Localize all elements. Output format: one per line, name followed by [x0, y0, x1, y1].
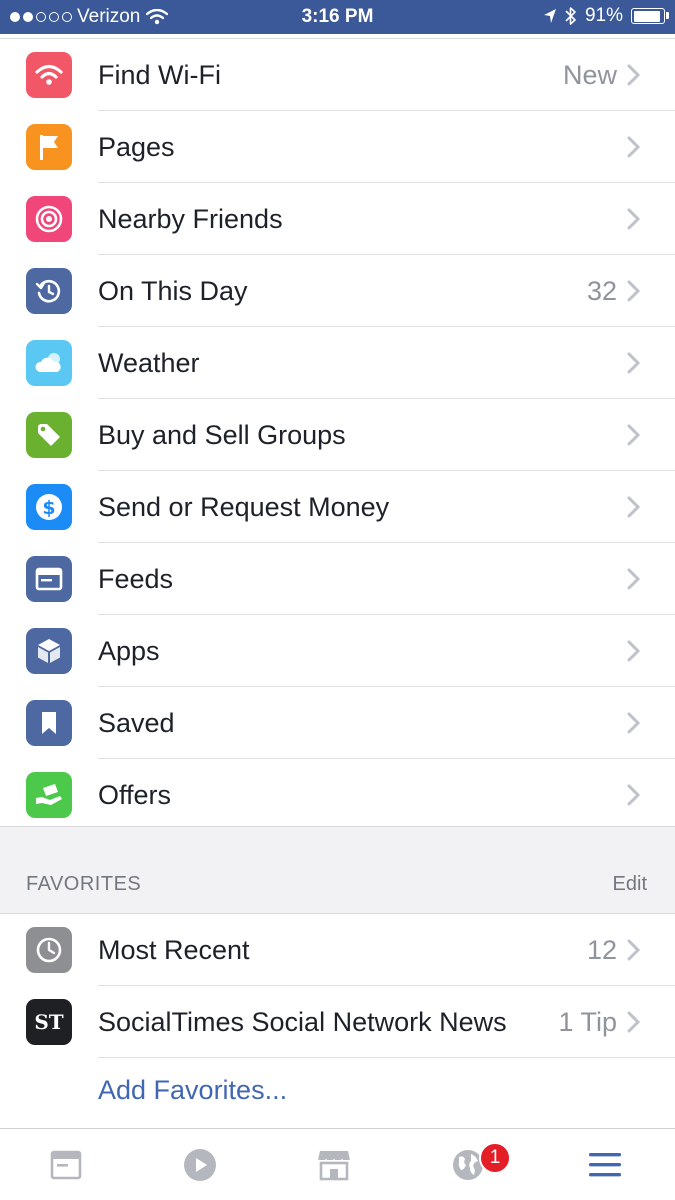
play-icon: [184, 1149, 216, 1181]
location-arrow-icon: [543, 9, 556, 23]
menu-item-send-or-request-money[interactable]: $ Send or Request Money: [0, 471, 675, 543]
svg-text:$: $: [42, 497, 55, 519]
chevron-right-icon: [627, 712, 641, 734]
menu-item-label: Apps: [98, 636, 160, 666]
dollar-icon: $: [26, 484, 72, 530]
chevron-right-icon: [627, 136, 641, 158]
menu-item-nearby-friends[interactable]: Nearby Friends: [0, 183, 675, 255]
menu-item-label: On This Day: [98, 276, 248, 306]
menu-item-label: Feeds: [98, 564, 174, 594]
status-bar: Verizon 3:16 PM 91%: [0, 0, 675, 34]
battery-percent: 91%: [584, 5, 623, 26]
menu-item-label: Buy and Sell Groups: [98, 420, 346, 450]
bookmark-icon: [26, 700, 72, 746]
socialtimes-logo: ST: [26, 999, 72, 1045]
notification-badge: 1: [479, 1142, 511, 1174]
menu-item-offers[interactable]: Offers: [0, 759, 675, 831]
menu-item-feeds[interactable]: Feeds: [0, 543, 675, 615]
price-tag-icon: [26, 412, 72, 458]
menu-item-value: New: [562, 60, 617, 90]
chevron-right-icon: [627, 640, 641, 662]
tab-bar: [0, 1128, 675, 1200]
battery-icon: [631, 8, 669, 24]
tab-news-feed[interactable]: [46, 1145, 86, 1185]
menu-item-label: Pages: [98, 132, 175, 162]
menu-item-value: 32: [586, 276, 617, 306]
chevron-right-icon: [627, 208, 641, 230]
socialtimes-logo-text: ST: [34, 1010, 63, 1034]
tab-video[interactable]: [180, 1145, 220, 1185]
bluetooth-icon: [565, 7, 576, 25]
chevron-right-icon: [627, 64, 641, 86]
chevron-right-icon: [627, 784, 641, 806]
menu-item-label: Send or Request Money: [98, 492, 390, 522]
favorites-title: FAVORITES: [26, 873, 142, 895]
menu-item-buy-and-sell-groups[interactable]: Buy and Sell Groups: [0, 399, 675, 471]
chevron-right-icon: [627, 1011, 641, 1033]
favorite-item-value: 1 Tip: [558, 1007, 617, 1037]
menu-item-on-this-day[interactable]: On This Day 32: [0, 255, 675, 327]
add-favorites-link[interactable]: Add Favorites...: [98, 1075, 287, 1106]
menu-item-saved[interactable]: Saved: [0, 687, 675, 759]
feed-icon: [26, 556, 72, 602]
favorite-item-socialtimes[interactable]: ST SocialTimes Social Network News 1 Tip: [0, 986, 675, 1058]
menu-item-label: Saved: [98, 708, 175, 738]
chevron-right-icon: [627, 280, 641, 302]
store-icon: [317, 1151, 351, 1181]
menu-item-label: Nearby Friends: [98, 204, 283, 234]
menu-item-weather[interactable]: Weather: [0, 327, 675, 399]
chevron-right-icon: [627, 352, 641, 374]
history-icon: [26, 268, 72, 314]
favorites-section-header: FAVORITES Edit: [0, 826, 675, 914]
status-right: 91%: [543, 5, 669, 27]
news-feed-icon: [50, 1150, 82, 1180]
menu-item-pages[interactable]: Pages: [0, 111, 675, 183]
tab-menu[interactable]: [585, 1145, 625, 1185]
offer-hand-icon: [26, 772, 72, 818]
wifi-icon: [26, 52, 72, 98]
clock-icon: [26, 927, 72, 973]
favorite-item-most-recent[interactable]: Most Recent 12: [0, 914, 675, 986]
cube-icon: [26, 628, 72, 674]
edit-favorites-button[interactable]: Edit: [613, 873, 647, 896]
favorite-item-value: 12: [586, 935, 617, 965]
favorites-list: Most Recent 12 ST SocialTimes Social Net…: [0, 914, 675, 1058]
chevron-right-icon: [627, 496, 641, 518]
chevron-right-icon: [627, 424, 641, 446]
menu-list: Find Wi-Fi New Pages Nearby Friends On T…: [0, 38, 675, 831]
tab-marketplace[interactable]: [314, 1145, 354, 1185]
favorite-item-label: Most Recent: [98, 935, 250, 965]
nearby-friends-icon: [26, 196, 72, 242]
chevron-right-icon: [627, 939, 641, 961]
menu-item-label: Offers: [98, 780, 172, 810]
hamburger-icon: [589, 1153, 621, 1177]
menu-item-label: Find Wi-Fi: [98, 60, 221, 90]
chevron-right-icon: [627, 568, 641, 590]
flag-icon: [26, 124, 72, 170]
menu-item-find-wifi[interactable]: Find Wi-Fi New: [0, 39, 675, 111]
menu-item-apps[interactable]: Apps: [0, 615, 675, 687]
cloud-icon: [26, 340, 72, 386]
favorite-item-label: SocialTimes Social Network News: [98, 1007, 507, 1037]
menu-item-label: Weather: [98, 348, 200, 378]
